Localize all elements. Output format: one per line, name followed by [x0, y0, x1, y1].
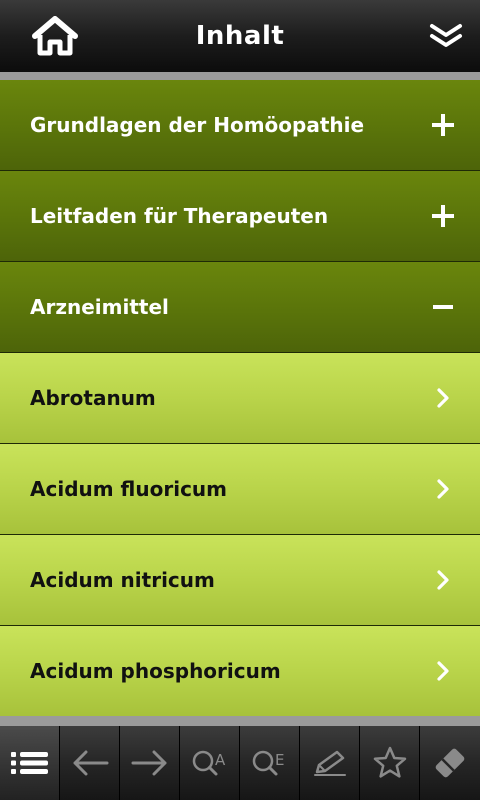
minus-icon	[430, 262, 456, 352]
item-label: Acidum phosphoricum	[30, 659, 281, 683]
search-a-button[interactable]: A	[180, 726, 239, 800]
collapse-all-button[interactable]	[424, 16, 468, 56]
section-label: Arzneimittel	[30, 295, 169, 319]
search-e-letter: E	[275, 751, 284, 769]
search-a-letter: A	[215, 751, 226, 769]
pencil-icon	[313, 750, 346, 776]
list-item[interactable]: Acidum fluoricum	[0, 444, 480, 535]
page-title: Inhalt	[195, 21, 285, 51]
eraser-button[interactable]	[420, 726, 480, 800]
plus-icon	[430, 171, 456, 261]
list-item[interactable]: Acidum phosphoricum	[0, 626, 480, 716]
search-e-button[interactable]: E	[240, 726, 299, 800]
forward-arrow-icon	[131, 750, 166, 776]
chevron-right-icon	[430, 626, 456, 716]
contents-button[interactable]	[0, 726, 59, 800]
forward-button[interactable]	[120, 726, 179, 800]
list-item[interactable]: Acidum nitricum	[0, 535, 480, 626]
header-divider	[0, 72, 480, 80]
plus-icon	[430, 80, 456, 170]
bottom-toolbar: A E	[0, 726, 480, 800]
section-row[interactable]: Grundlagen der Homöopathie	[0, 80, 480, 171]
list-icon	[10, 752, 48, 774]
app-screen: Inhalt Grundlagen der Homöopathie Leitfa…	[0, 0, 480, 800]
chevron-right-icon	[430, 535, 456, 625]
double-chevron-down-icon	[430, 24, 462, 47]
eraser-icon	[435, 748, 465, 778]
star-icon	[373, 746, 406, 778]
top-bar: Inhalt	[0, 0, 480, 72]
search-a-icon: A	[192, 750, 226, 776]
item-label: Acidum nitricum	[30, 568, 215, 592]
home-icon	[32, 16, 78, 56]
search-e-icon: E	[252, 750, 284, 776]
item-label: Acidum fluoricum	[30, 477, 228, 501]
home-button[interactable]	[30, 14, 80, 58]
contents-list: Grundlagen der Homöopathie Leitfaden für…	[0, 80, 480, 716]
chevron-right-icon	[430, 353, 456, 443]
section-label: Leitfaden für Therapeuten	[30, 204, 329, 228]
section-label: Grundlagen der Homöopathie	[30, 113, 365, 137]
list-item[interactable]: Abrotanum	[0, 353, 480, 444]
section-row[interactable]: Leitfaden für Therapeuten	[0, 171, 480, 262]
back-button[interactable]	[60, 726, 119, 800]
back-arrow-icon	[73, 750, 108, 776]
note-button[interactable]	[300, 726, 359, 800]
section-row-expanded[interactable]: Arzneimittel	[0, 262, 480, 353]
favorite-button[interactable]	[360, 726, 419, 800]
chevron-right-icon	[430, 444, 456, 534]
item-label: Abrotanum	[30, 386, 156, 410]
toolbar-divider	[0, 716, 480, 726]
